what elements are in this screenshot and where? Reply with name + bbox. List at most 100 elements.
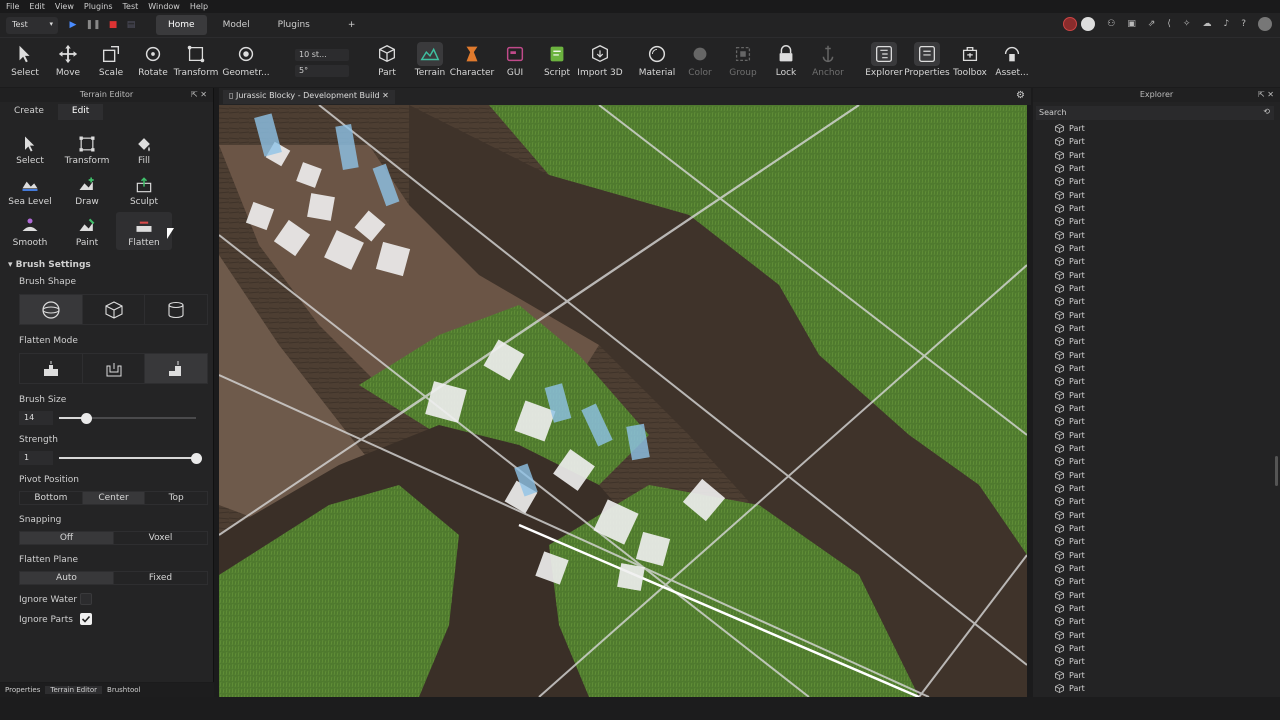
menu-item-edit[interactable]: Edit bbox=[29, 2, 45, 11]
share-icon[interactable]: ⟨ bbox=[1167, 19, 1171, 29]
bottom-tab-properties[interactable]: Properties bbox=[0, 686, 45, 694]
play-icon[interactable]: ▶ bbox=[66, 18, 80, 32]
explorer-item[interactable]: Part bbox=[1033, 202, 1273, 215]
strength-value[interactable]: 1 bbox=[19, 451, 53, 465]
explorer-item[interactable]: Part bbox=[1033, 455, 1273, 468]
plane-option-auto[interactable]: Auto bbox=[20, 572, 114, 584]
explorer-item[interactable]: Part bbox=[1033, 495, 1273, 508]
explorer-item[interactable]: Part bbox=[1033, 362, 1273, 375]
toolbar-anchor-button[interactable]: Anchor bbox=[804, 42, 852, 78]
toolbar-geometr-button[interactable]: Geometr... bbox=[222, 42, 270, 78]
plane-option-fixed[interactable]: Fixed bbox=[114, 572, 207, 584]
toolbar-character-button[interactable]: Character bbox=[448, 42, 496, 78]
explorer-item[interactable]: Part bbox=[1033, 122, 1273, 135]
snap-option-off[interactable]: Off bbox=[20, 532, 114, 544]
menu-item-plugins[interactable]: Plugins bbox=[84, 2, 113, 11]
history-icon[interactable]: ⟲ bbox=[1263, 107, 1270, 116]
terrain-tool-transform[interactable]: Transform bbox=[59, 130, 115, 168]
avatar[interactable] bbox=[1258, 17, 1272, 31]
toolbar-gui-button[interactable]: GUI bbox=[491, 42, 539, 78]
toolbar-color-button[interactable]: Color bbox=[676, 42, 724, 78]
explorer-item[interactable]: Part bbox=[1033, 668, 1273, 681]
close-icon[interactable]: ✕ bbox=[200, 90, 207, 99]
menu-item-file[interactable]: File bbox=[6, 2, 19, 11]
toolbar-terrain-button[interactable]: Terrain bbox=[406, 42, 454, 78]
close-icon[interactable]: ✕ bbox=[1267, 90, 1274, 99]
toolbar-scale-button[interactable]: Scale bbox=[87, 42, 135, 78]
popout-icon[interactable]: ⇱ bbox=[1258, 90, 1265, 99]
terrain-tool-paint[interactable]: Paint bbox=[59, 212, 115, 250]
ignore-water-checkbox[interactable] bbox=[80, 593, 92, 605]
toolbar-rotate-button[interactable]: Rotate bbox=[129, 42, 177, 78]
cylinder-shape-button[interactable] bbox=[145, 295, 207, 324]
gear-icon[interactable]: ⚙ bbox=[1016, 90, 1025, 101]
explorer-item[interactable]: Part bbox=[1033, 615, 1273, 628]
explorer-item[interactable]: Part bbox=[1033, 402, 1273, 415]
toolbar-script-button[interactable]: Script bbox=[533, 42, 581, 78]
avatar[interactable] bbox=[1081, 17, 1096, 31]
toolbar-material-button[interactable]: Material bbox=[633, 42, 681, 78]
toolbar-import-3d-button[interactable]: Import 3D bbox=[576, 42, 624, 78]
slider-knob[interactable] bbox=[81, 413, 93, 424]
pivot-option-bottom[interactable]: Bottom bbox=[20, 492, 83, 504]
add-tab-button[interactable]: + bbox=[336, 15, 368, 35]
sphere-shape-button[interactable] bbox=[20, 295, 83, 324]
document-tab[interactable]: ▯ Jurassic Blocky - Development Build ✕ bbox=[223, 90, 395, 104]
window-icon[interactable]: ▣ bbox=[1127, 19, 1136, 29]
export-icon[interactable]: ⇗ bbox=[1148, 19, 1156, 29]
snap-option-voxel[interactable]: Voxel bbox=[114, 532, 207, 544]
flatten-mode-grow-button[interactable] bbox=[83, 354, 146, 383]
toolbar-move-button[interactable]: Move bbox=[44, 42, 92, 78]
menu-item-help[interactable]: Help bbox=[190, 2, 208, 11]
tab-edit[interactable]: Edit bbox=[57, 104, 104, 120]
bottom-tab-brushtool[interactable]: Brushtool bbox=[102, 686, 145, 694]
explorer-item[interactable]: Part bbox=[1033, 162, 1273, 175]
strength-slider[interactable]: 1 bbox=[19, 451, 208, 465]
explorer-item[interactable]: Part bbox=[1033, 349, 1273, 362]
explorer-item[interactable]: Part bbox=[1033, 682, 1273, 695]
toolbar-toolbox-button[interactable]: Toolbox bbox=[946, 42, 994, 78]
explorer-item[interactable]: Part bbox=[1033, 175, 1273, 188]
explorer-item[interactable]: Part bbox=[1033, 375, 1273, 388]
explorer-item[interactable]: Part bbox=[1033, 269, 1273, 282]
explorer-scrollbar[interactable] bbox=[1275, 456, 1278, 486]
explorer-item[interactable]: Part bbox=[1033, 469, 1273, 482]
toolbar-explorer-button[interactable]: Explorer bbox=[860, 42, 908, 78]
toolbar-transform-button[interactable]: Transform bbox=[172, 42, 220, 78]
explorer-item[interactable]: Part bbox=[1033, 135, 1273, 148]
place-select[interactable]: Test ▾ bbox=[6, 16, 58, 34]
explorer-search-input[interactable]: Search ⟲ bbox=[1036, 106, 1274, 120]
explorer-item[interactable]: Part bbox=[1033, 429, 1273, 442]
tab-home[interactable]: Home bbox=[156, 15, 207, 35]
rotate-snap-field[interactable]: 5° bbox=[295, 65, 349, 77]
explorer-item[interactable]: Part bbox=[1033, 482, 1273, 495]
terrain-tool-flatten[interactable]: Flatten bbox=[116, 212, 172, 250]
brush-settings-header[interactable]: ▾ Brush Settings bbox=[8, 260, 91, 270]
explorer-item[interactable]: Part bbox=[1033, 588, 1273, 601]
explorer-item[interactable]: Part bbox=[1033, 642, 1273, 655]
brush-size-slider[interactable]: 14 bbox=[19, 411, 208, 425]
explorer-item[interactable]: Part bbox=[1033, 309, 1273, 322]
explorer-item[interactable]: Part bbox=[1033, 149, 1273, 162]
bell-icon[interactable]: ♪ bbox=[1223, 19, 1229, 29]
explorer-item[interactable]: Part bbox=[1033, 255, 1273, 268]
terrain-tool-sculpt[interactable]: Sculpt bbox=[116, 171, 172, 209]
people-icon[interactable]: ⚇ bbox=[1107, 19, 1115, 29]
explorer-item[interactable]: Part bbox=[1033, 575, 1273, 588]
explorer-item[interactable]: Part bbox=[1033, 562, 1273, 575]
terrain-tool-select[interactable]: Select bbox=[2, 130, 58, 168]
pause-icon[interactable]: ❚❚ bbox=[85, 18, 100, 32]
flatten-mode-erode-button[interactable] bbox=[20, 354, 83, 383]
menu-item-test[interactable]: Test bbox=[123, 2, 139, 11]
explorer-item[interactable]: Part bbox=[1033, 415, 1273, 428]
explorer-item[interactable]: Part bbox=[1033, 509, 1273, 522]
cloud-icon[interactable]: ☁ bbox=[1202, 19, 1211, 29]
explorer-item[interactable]: Part bbox=[1033, 189, 1273, 202]
bottom-tab-terrain-editor[interactable]: Terrain Editor bbox=[45, 686, 103, 694]
tab-create[interactable]: Create bbox=[0, 104, 58, 120]
explorer-item[interactable]: Part bbox=[1033, 602, 1273, 615]
explorer-item[interactable]: Part bbox=[1033, 522, 1273, 535]
tab-model[interactable]: Model bbox=[211, 15, 262, 35]
explorer-item[interactable]: Part bbox=[1033, 215, 1273, 228]
stop-icon[interactable]: ■ bbox=[106, 18, 120, 32]
